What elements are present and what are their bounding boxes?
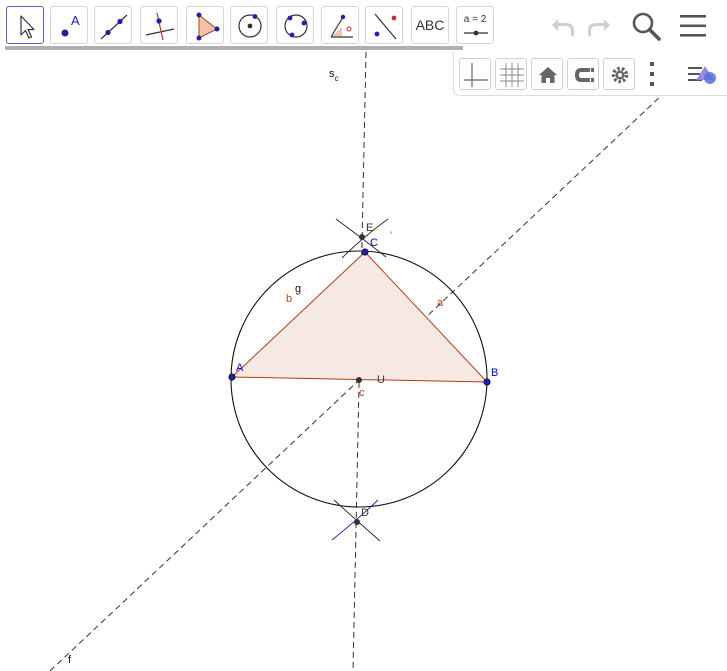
circle-three-points-icon: [284, 14, 308, 38]
standard-view-button[interactable]: [531, 58, 563, 90]
gear-icon: [611, 66, 629, 84]
label-e: E: [366, 222, 373, 234]
label-c: C: [370, 237, 378, 249]
redo-button[interactable]: [582, 8, 618, 44]
point-e[interactable]: [359, 234, 365, 240]
point-a[interactable]: [228, 373, 236, 381]
bisector-f-line[interactable]: [49, 94, 663, 671]
search-button[interactable]: [628, 8, 664, 44]
circle-center-point-tool-button[interactable]: [230, 6, 268, 44]
line-tool-button[interactable]: [94, 6, 132, 44]
text-tool-button[interactable]: ABC: [411, 6, 449, 44]
circle-center-icon: [238, 14, 262, 38]
triangle-polygon[interactable]: [232, 252, 487, 382]
magnet-icon: [575, 68, 594, 82]
label-line-f: f: [68, 654, 72, 666]
home-icon: [539, 67, 557, 83]
text-icon: ABC: [415, 17, 445, 33]
angle-tool-button[interactable]: [321, 6, 359, 44]
settings-button[interactable]: [603, 58, 635, 90]
angle-icon: [330, 14, 353, 38]
slider-tool-button[interactable]: a = 2: [456, 6, 494, 44]
point-b[interactable]: [483, 378, 491, 386]
reflect-tool-button[interactable]: [365, 6, 403, 44]
undo-button[interactable]: [544, 8, 580, 44]
point-icon: A: [61, 13, 80, 37]
label-segment-b: b: [286, 293, 292, 305]
more-options-button[interactable]: [642, 58, 662, 90]
search-icon: [632, 12, 661, 41]
toolbar: A ABC a = 2: [0, 0, 727, 50]
perpendicular-line-tool-button[interactable]: [140, 6, 178, 44]
label-segment-a: a: [437, 297, 444, 309]
perpendicular-line-icon: [145, 12, 175, 41]
grid-icon: [500, 63, 524, 87]
label-circle-g: g: [295, 283, 301, 295]
label-d: D: [361, 507, 369, 519]
axes-toggle-button[interactable]: [459, 58, 491, 90]
label-b: B: [491, 367, 498, 379]
reflect-icon: [374, 13, 397, 40]
slider-icon: [464, 30, 488, 36]
label-stray-mark: ': [390, 230, 392, 242]
point-c[interactable]: [361, 248, 369, 256]
point-capturing-button[interactable]: [567, 58, 599, 90]
polygon-tool-button[interactable]: [186, 6, 224, 44]
menu-button[interactable]: [676, 8, 712, 44]
label-segment-c: c: [359, 387, 365, 399]
point-d[interactable]: [354, 519, 360, 525]
label-u: U: [377, 374, 385, 386]
toolbar-progress-bar: [5, 46, 463, 50]
graphics-style-bar: [453, 52, 727, 96]
svg-text:A: A: [71, 13, 80, 28]
polygon-icon: [196, 12, 220, 41]
undo-icon: [552, 19, 574, 36]
circle-three-points-tool-button[interactable]: [276, 6, 314, 44]
style-bar-toggle-icon: [688, 66, 716, 84]
point-u[interactable]: [356, 377, 362, 383]
arrow-cursor-icon: [20, 15, 35, 39]
grid-toggle-button[interactable]: [495, 58, 527, 90]
more-vertical-icon: [650, 62, 654, 86]
menu-icon: [680, 15, 706, 37]
move-tool-button[interactable]: [6, 6, 44, 44]
line-icon: [100, 14, 128, 40]
redo-icon: [588, 19, 610, 36]
style-bar-toggle-button[interactable]: [686, 58, 722, 90]
graphics-view[interactable]: A B C E D U a b c g f sc ': [0, 0, 727, 671]
label-a: A: [236, 362, 244, 374]
axes-icon: [464, 63, 488, 87]
point-tool-button[interactable]: A: [50, 6, 88, 44]
label-line-sc: sc: [329, 68, 339, 83]
